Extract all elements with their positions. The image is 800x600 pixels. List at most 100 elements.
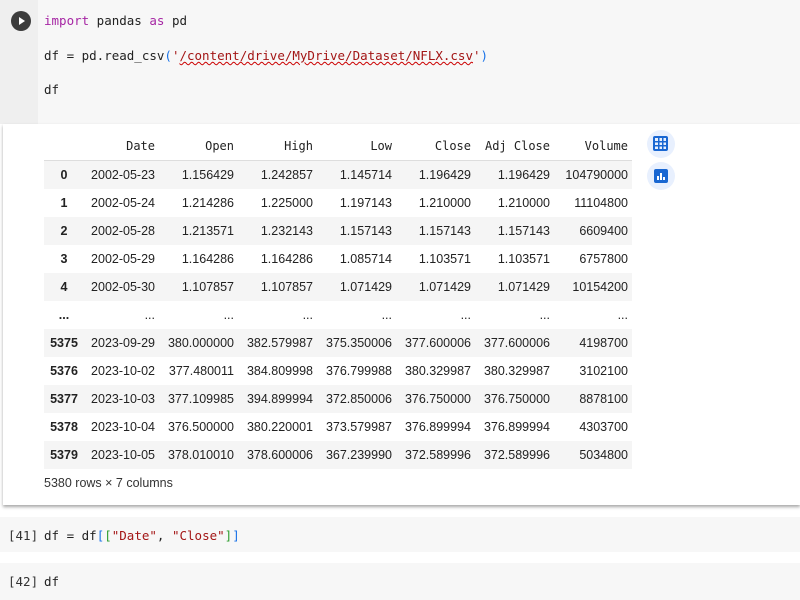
chart-icon[interactable] [647,162,675,190]
table-row: 0 2002-05-23 1.156429 1.242857 1.145714 1.196… [44,160,632,189]
quote: ' [472,48,481,63]
table-cell: 2002-05-29 [91,252,155,266]
table-row: 2 2002-05-28 1.213571 1.232143 1.157143 1.157… [44,217,632,245]
table-cell: 10154200 [572,280,628,294]
code-text: , [156,528,172,543]
table-header-row: Date Open High Low Close Adj Close Volume [44,132,632,161]
table-cell: 1.107857 [260,280,313,294]
table-cell: 2002-05-28 [91,224,155,238]
table-cell: 1.103571 [418,252,471,266]
table-cell: 1.196429 [497,168,550,182]
table-cell: 1.164286 [260,252,313,266]
table-cell: 1.210000 [418,196,471,210]
table-cell: 380.000000 [167,336,234,350]
table-cell: 384.809998 [246,364,313,378]
table-cell: 1.214286 [181,196,234,210]
code-cell-1[interactable]: import pandas as pd df = pd.read_csv('/c… [0,0,800,124]
table-row: 5376 2023-10-02 377.480011 384.809998 376.79… [44,357,632,385]
code-text: pd [164,13,188,28]
code-cell-42[interactable]: [42] df [0,563,800,600]
table-cell: 4303700 [579,420,628,434]
table-cell: ... [539,308,550,322]
table-cell: 376.750000 [404,392,471,406]
column-header: Volume [550,132,632,161]
table-cell: 376.799988 [325,364,392,378]
table-cell: 376.899994 [483,420,550,434]
table-row: 5375 2023-09-29 380.000000 382.579987 375.35… [44,329,632,357]
table-cell: 377.109985 [167,392,234,406]
table-cell: 2002-05-24 [91,196,155,210]
table-cell: 6609400 [579,224,628,238]
table-cell: 2023-10-04 [91,420,155,434]
row-index: 5377 [50,392,78,406]
table-cell: 375.350006 [325,336,392,350]
bracket: ] [232,528,240,543]
code-text: df = pd.read_csv [44,48,165,63]
table-cell: 1.157143 [339,224,392,238]
table-cell: ... [144,308,155,322]
column-header: Date [84,132,155,161]
table-cell: 380.329987 [483,364,550,378]
table-cell: 376.899994 [404,420,471,434]
table-cell: 373.579987 [325,420,392,434]
table-cell: 378.600006 [246,448,313,462]
keyword: as [149,13,165,28]
table-icon[interactable] [647,130,675,158]
column-header: Open [155,132,234,161]
dataframe-shape: 5380 rows × 7 columns [44,476,173,490]
table-cell: ... [460,308,471,322]
cell-gutter [0,0,38,124]
table-cell: 3102100 [579,364,628,378]
table-cell: 2023-10-02 [91,364,155,378]
code-cell-41[interactable]: [41] df = df[["Date", "Close"]] [0,517,800,552]
table-cell: 367.239990 [325,448,392,462]
bracket: [ [104,528,112,543]
table-cell: 377.480011 [168,364,234,378]
code-line: df [44,82,60,97]
table-cell: 2023-09-29 [91,336,155,350]
file-path-string: /content/drive/MyDrive/Dataset/NFLX.csv [179,48,473,63]
column-header: Close [392,132,471,161]
row-index: 5378 [50,420,78,434]
table-cell: 1.242857 [260,168,313,182]
row-index: 1 [60,196,68,210]
column-header: High [234,132,313,161]
table-cell: 380.329987 [404,364,471,378]
row-index: 5376 [50,364,78,378]
table-row: 5378 2023-10-04 376.500000 380.220001 373.57… [44,413,632,441]
table-cell: 1.210000 [497,196,550,210]
table-cell: 104790000 [565,168,628,182]
table-cell: 1.225000 [260,196,313,210]
table-row: 1 2002-05-24 1.214286 1.225000 1.197143 1.210… [44,189,632,217]
table-cell: 2002-05-23 [91,168,155,182]
table-cell: 1.213571 [181,224,234,238]
row-index: 3 [60,252,68,266]
code-text: pandas [89,13,150,28]
table-cell: 372.589996 [404,448,471,462]
table-cell: ... [223,308,234,322]
code-text: df = df [44,528,97,543]
table-cell: 376.500000 [167,420,234,434]
table-cell: 1.107857 [181,280,234,294]
table-cell: 2023-10-05 [91,448,155,462]
table-row: 3 2002-05-29 1.164286 1.164286 1.085714 1.103… [44,245,632,273]
table-cell: 382.579987 [246,336,313,350]
table-cell: 377.600006 [483,336,550,350]
table-cell: 372.850006 [325,392,392,406]
column-header: Adj Close [471,132,550,161]
table-cell: 1.232143 [260,224,313,238]
row-index: 4 [60,280,68,294]
paren: ) [480,48,489,63]
column-header: Low [313,132,392,161]
table-cell: 1.103571 [497,252,550,266]
dataframe-table: Date Open High Low Close Adj Close Volume 0 200… [44,132,632,469]
row-index: 2 [60,224,68,238]
table-row: 4 2002-05-30 1.107857 1.107857 1.071429 1.071… [44,273,632,301]
run-cell-button[interactable] [11,11,31,31]
table-row: ........................ [44,301,632,329]
string: "Close" [171,528,225,543]
table-cell: 1.157143 [418,224,471,238]
code-line: df = df[["Date", "Close"]] [44,528,240,543]
table-cell: 5034800 [579,448,628,462]
table-cell: 1.157143 [497,224,550,238]
